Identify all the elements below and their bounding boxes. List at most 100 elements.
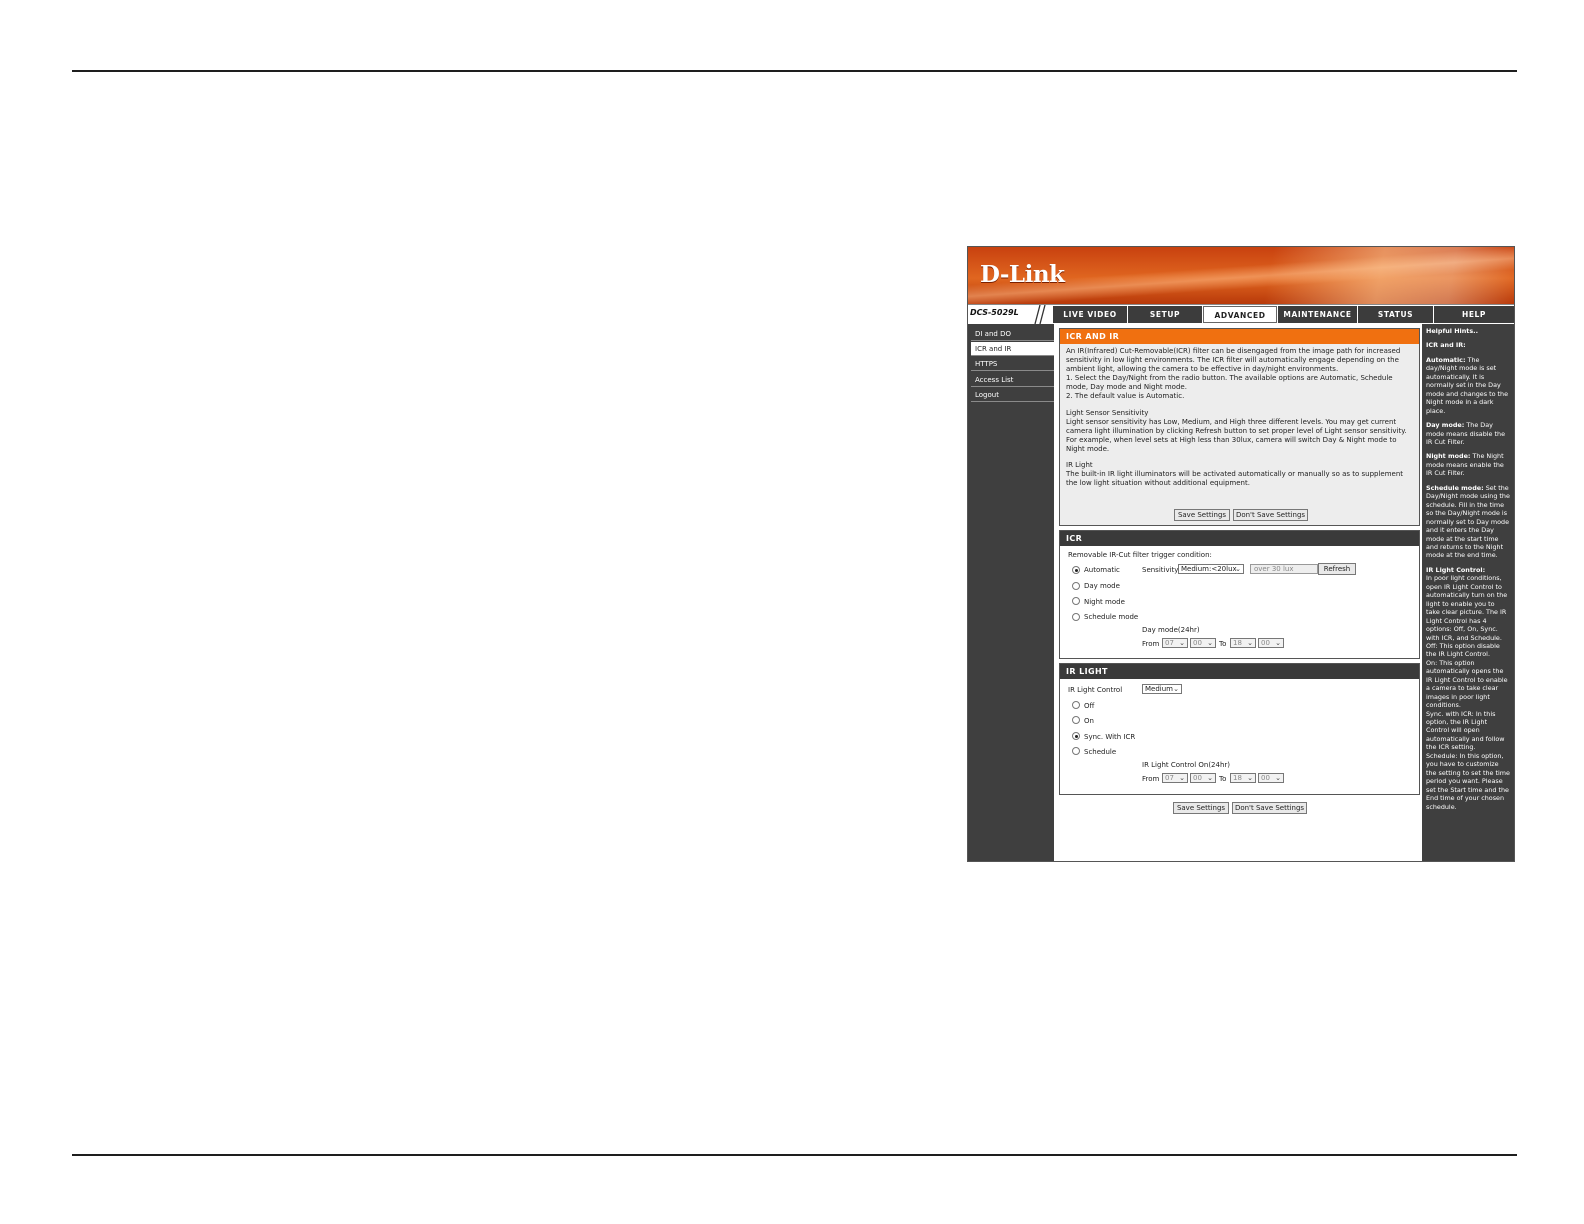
ir-to-minute-select[interactable]: 00 ⌄ [1258, 773, 1284, 783]
ir-from-label: From [1142, 775, 1160, 783]
sensitivity-value: Medium:<20lux [1181, 565, 1237, 573]
camera-web-ui: D-Link DCS-5029L LIVE VIDEO SETUP ADVANC… [967, 246, 1515, 862]
ir-schedule-radio[interactable] [1072, 747, 1080, 755]
day-mode-label: Day mode [1084, 582, 1120, 590]
left-sidebar: DI and DO ICR and IR HTTPS Access List L… [968, 324, 1054, 861]
help-on-text: On: This option automatically opens the … [1426, 658, 1508, 710]
day-mode-24hr-label: Day mode(24hr) [1142, 626, 1200, 634]
tab-advanced[interactable]: ADVANCED [1203, 306, 1277, 323]
ir-off-label: Off [1084, 702, 1095, 710]
to-minute-value: 00 [1261, 639, 1270, 647]
night-mode-label: Night mode [1084, 598, 1125, 606]
ir-light-heading: IR Light [1066, 461, 1093, 470]
ir-light-control-value: Medium [1145, 685, 1173, 693]
icr-title: ICR [1060, 531, 1419, 546]
intro-paragraph: An IR(Infrared) Cut-Removable(ICR) filte… [1066, 347, 1401, 373]
automatic-radio[interactable] [1072, 566, 1080, 574]
ir-from-minute-value: 00 [1193, 774, 1202, 782]
to-hour-value: 18 [1233, 639, 1242, 647]
ir-light-control-label: IR Light Control [1068, 686, 1123, 694]
chevron-down-icon: ⌄ [1275, 639, 1281, 647]
tab-live-video[interactable]: LIVE VIDEO [1053, 306, 1127, 323]
main-content: ICR AND IR An IR(Infrared) Cut-Removable… [1054, 324, 1422, 861]
ir-sync-label: Sync. With ICR [1084, 733, 1136, 741]
automatic-label: Automatic [1084, 566, 1120, 574]
ir-to-hour-select[interactable]: 18 ⌄ [1230, 773, 1256, 783]
tab-status[interactable]: STATUS [1358, 306, 1433, 323]
help-night-title: Night mode: [1426, 452, 1471, 461]
ir-on-label: On [1084, 717, 1094, 725]
help-content: Helpful Hints.. ICR and IR: Automatic: T… [1426, 327, 1510, 811]
help-irlc-title: IR Light Control: [1426, 565, 1486, 574]
intro-step-2: 2. The default value is Automatic. [1066, 391, 1185, 400]
sidebar-item-access-list[interactable]: Access List [971, 373, 1054, 387]
ir-off-radio[interactable] [1072, 701, 1080, 709]
save-button[interactable]: Save Settings [1174, 509, 1230, 521]
chevron-down-icon: ⌄ [1247, 639, 1253, 647]
ir-schedule-label: Schedule [1084, 748, 1117, 756]
help-schedule-text: Set the Day/Night mode using the schedul… [1426, 483, 1510, 560]
to-hour-select[interactable]: 18 ⌄ [1230, 638, 1256, 648]
schedule-mode-label: Schedule mode [1084, 613, 1139, 621]
help-subtitle: ICR and IR: [1426, 341, 1466, 350]
ir-to-minute-value: 00 [1261, 774, 1270, 782]
header-banner: D-Link [968, 247, 1514, 304]
help-automatic-text: The day/Night mode is set automatically.… [1426, 355, 1509, 415]
ir-light-text: The built-in IR light illuminators will … [1066, 470, 1404, 488]
help-sync-text: Sync. with ICR: In this option, the IR L… [1426, 709, 1505, 752]
from-hour-select[interactable]: 07 ⌄ [1162, 638, 1188, 648]
sidebar-item-di-and-do[interactable]: DI and DO [971, 327, 1054, 341]
help-schedule-title: Schedule mode: [1426, 483, 1484, 492]
intro-step-1: 1. Select the Day/Night from the radio b… [1066, 373, 1393, 391]
from-hour-value: 07 [1165, 639, 1174, 647]
sensitivity-select[interactable]: Medium:<20lux ⌄ [1178, 564, 1244, 574]
help-irlc-text: In poor light conditions, open IR Light … [1426, 574, 1508, 642]
footer-dont-save-button[interactable]: Don't Save Settings [1232, 802, 1307, 814]
chevron-down-icon: ⌄ [1179, 639, 1185, 647]
chevron-down-icon: ⌄ [1207, 774, 1213, 782]
schedule-mode-radio[interactable] [1072, 613, 1080, 621]
page-bottom-rule [72, 1154, 1517, 1156]
ir-light-control-select[interactable]: Medium ⌄ [1142, 684, 1182, 694]
help-off-text: Off: This option disable the IR Light Co… [1426, 641, 1500, 659]
ir-sync-radio[interactable] [1072, 732, 1080, 740]
chevron-down-icon: ⌄ [1235, 565, 1241, 573]
tab-setup[interactable]: SETUP [1128, 306, 1202, 323]
sensitivity-label: Sensitivity [1142, 566, 1179, 574]
dont-save-button[interactable]: Don't Save Settings [1233, 509, 1308, 521]
lux-reading-field: over 30 lux [1250, 564, 1318, 574]
help-automatic-title: Automatic: [1426, 355, 1466, 364]
sidebar-item-logout[interactable]: Logout [971, 388, 1054, 402]
help-title: Helpful Hints.. [1426, 327, 1478, 335]
chevron-down-icon: ⌄ [1173, 685, 1179, 693]
help-sched-text: Schedule: In this option, you have to cu… [1426, 751, 1510, 811]
ir-schedule-24hr-label: IR Light Control On(24hr) [1142, 761, 1231, 769]
dlink-logo: D-Link [980, 261, 1065, 288]
ir-from-hour-select[interactable]: 07 ⌄ [1162, 773, 1188, 783]
nav-divider-icon [1034, 305, 1046, 324]
sidebar-item-icr-and-ir[interactable]: ICR and IR [971, 342, 1054, 356]
to-label: To [1219, 640, 1227, 648]
ir-from-hour-value: 07 [1165, 774, 1174, 782]
help-panel: Helpful Hints.. ICR and IR: Automatic: T… [1422, 324, 1514, 861]
sidebar-item-https[interactable]: HTTPS [971, 357, 1054, 371]
intro-text: An IR(Infrared) Cut-Removable(ICR) filte… [1066, 347, 1411, 488]
tab-help[interactable]: HELP [1434, 306, 1514, 323]
model-name: DCS-5029L [970, 308, 1019, 317]
intro-title: ICR AND IR [1060, 329, 1419, 344]
night-mode-radio[interactable] [1072, 597, 1080, 605]
footer-save-button[interactable]: Save Settings [1173, 802, 1229, 814]
to-minute-select[interactable]: 00 ⌄ [1258, 638, 1284, 648]
ir-from-minute-select[interactable]: 00 ⌄ [1190, 773, 1216, 783]
ir-to-label: To [1219, 775, 1227, 783]
ir-on-radio[interactable] [1072, 716, 1080, 724]
day-mode-radio[interactable] [1072, 582, 1080, 590]
trigger-label: Removable IR-Cut filter trigger conditio… [1068, 551, 1212, 559]
from-minute-select[interactable]: 00 ⌄ [1190, 638, 1216, 648]
sensitivity-text: Light sensor sensitivity has Low, Medium… [1066, 417, 1407, 453]
tab-maintenance[interactable]: MAINTENANCE [1278, 306, 1357, 323]
from-minute-value: 00 [1193, 639, 1202, 647]
refresh-button[interactable]: Refresh [1318, 563, 1356, 575]
chevron-down-icon: ⌄ [1247, 774, 1253, 782]
icr-section: ICR Removable IR-Cut filter trigger cond… [1059, 530, 1420, 659]
